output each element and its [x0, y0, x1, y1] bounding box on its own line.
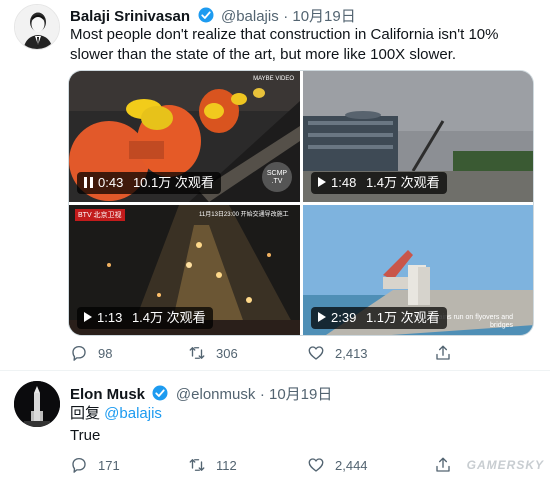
reply-button[interactable]: 98: [70, 344, 188, 362]
video-duration-pill: 2:39 1.1万 次观看: [311, 307, 447, 329]
avatar[interactable]: [14, 381, 60, 427]
video-duration: 0:43: [98, 175, 124, 190]
video-overlay-bottom-right: SCMP .TV: [262, 162, 292, 192]
like-button[interactable]: 2,413: [307, 344, 434, 362]
author-name[interactable]: Balaji Srinivasan: [70, 8, 190, 25]
author-handle[interactable]: @elonmusk: [176, 386, 255, 403]
retweet-button[interactable]: 306: [188, 344, 307, 362]
watermark: GAMERSKY: [466, 458, 544, 472]
retweet-button[interactable]: 112: [188, 456, 307, 474]
video-grid: MAYBE VIDEO SCMP .TV 0:43 10.1万 次观看 1:48…: [68, 70, 534, 336]
like-count: 2,413: [335, 345, 368, 361]
video-duration-pill: 0:43 10.1万 次观看: [77, 172, 221, 194]
play-icon[interactable]: [318, 177, 326, 187]
reply-icon: [72, 457, 86, 473]
video-duration-pill: 1:13 1.4万 次观看: [77, 307, 213, 329]
channel-logo: BTV 北京卫视: [75, 209, 125, 221]
reply-button[interactable]: 171: [70, 456, 188, 474]
verified-badge-icon: [152, 385, 168, 401]
retweet-icon: [189, 459, 205, 471]
heart-icon: [308, 346, 324, 360]
tweet-text: Most people don't realize that construct…: [70, 26, 499, 63]
video-thumbnail-1[interactable]: MAYBE VIDEO SCMP .TV 0:43 10.1万 次观看: [69, 71, 300, 202]
video-overlay-top-right: MAYBE VIDEO: [253, 76, 294, 82]
play-icon[interactable]: [318, 312, 326, 322]
tweet-date[interactable]: · 10月19日: [283, 8, 356, 25]
mention-link[interactable]: @balajis: [104, 405, 162, 422]
video-views: 10.1万 次观看: [132, 175, 214, 190]
avatar[interactable]: [14, 4, 60, 50]
author-name[interactable]: Elon Musk: [70, 386, 145, 403]
author-handle[interactable]: @balajis: [221, 8, 279, 25]
tweet-header: Elon Musk @elonmusk · 10月19日: [70, 383, 332, 404]
tweet-text: True: [70, 427, 101, 444]
like-button[interactable]: 2,444: [307, 456, 434, 474]
verified-badge-icon: [198, 7, 214, 23]
video-overlay-top-right: 11月13日23:00 开始交通导改施工: [199, 212, 289, 218]
video-thumbnail-2[interactable]: 1:48 1.4万 次观看: [303, 71, 533, 202]
heart-icon: [308, 458, 324, 472]
video-thumbnail-3[interactable]: BTV 北京卫视 11月13日23:00 开始交通导改施工 1:13 1.4万 …: [69, 205, 300, 335]
video-duration: 2:39: [331, 310, 357, 325]
retweet-count: 112: [216, 457, 237, 473]
share-button[interactable]: [434, 344, 462, 362]
video-views: 1.1万 次观看: [365, 310, 440, 325]
reply-count: 171: [98, 457, 120, 473]
play-icon[interactable]: [84, 312, 92, 322]
share-button[interactable]: [434, 456, 462, 474]
video-views: 1.4万 次观看: [131, 310, 206, 325]
reply-count: 98: [98, 345, 113, 361]
tweet-actions: 98 306 2,413: [70, 344, 462, 362]
retweet-count: 306: [216, 345, 238, 361]
video-views: 1.4万 次观看: [365, 175, 440, 190]
video-duration: 1:48: [331, 175, 357, 190]
tweet-actions: 171 112 2,444: [70, 456, 462, 474]
tweet-header: Balaji Srinivasan @balajis · 10月19日: [70, 5, 356, 26]
share-icon: [436, 345, 450, 360]
replying-to-label: 回复: [70, 405, 105, 422]
reply-icon: [72, 345, 86, 361]
share-icon: [436, 457, 450, 472]
replying-to: 回复 @balajis: [70, 404, 162, 424]
video-duration: 1:13: [97, 310, 123, 325]
tweet-balaji: Balaji Srinivasan @balajis · 10月19日 Most…: [0, 0, 550, 370]
tweet-date[interactable]: · 10月19日: [260, 386, 333, 403]
like-count: 2,444: [335, 457, 368, 473]
pause-icon[interactable]: [84, 177, 93, 188]
video-thumbnail-4[interactable]: d railway trains run on flyovers and bri…: [303, 205, 533, 335]
retweet-icon: [189, 347, 205, 359]
video-duration-pill: 1:48 1.4万 次观看: [311, 172, 447, 194]
